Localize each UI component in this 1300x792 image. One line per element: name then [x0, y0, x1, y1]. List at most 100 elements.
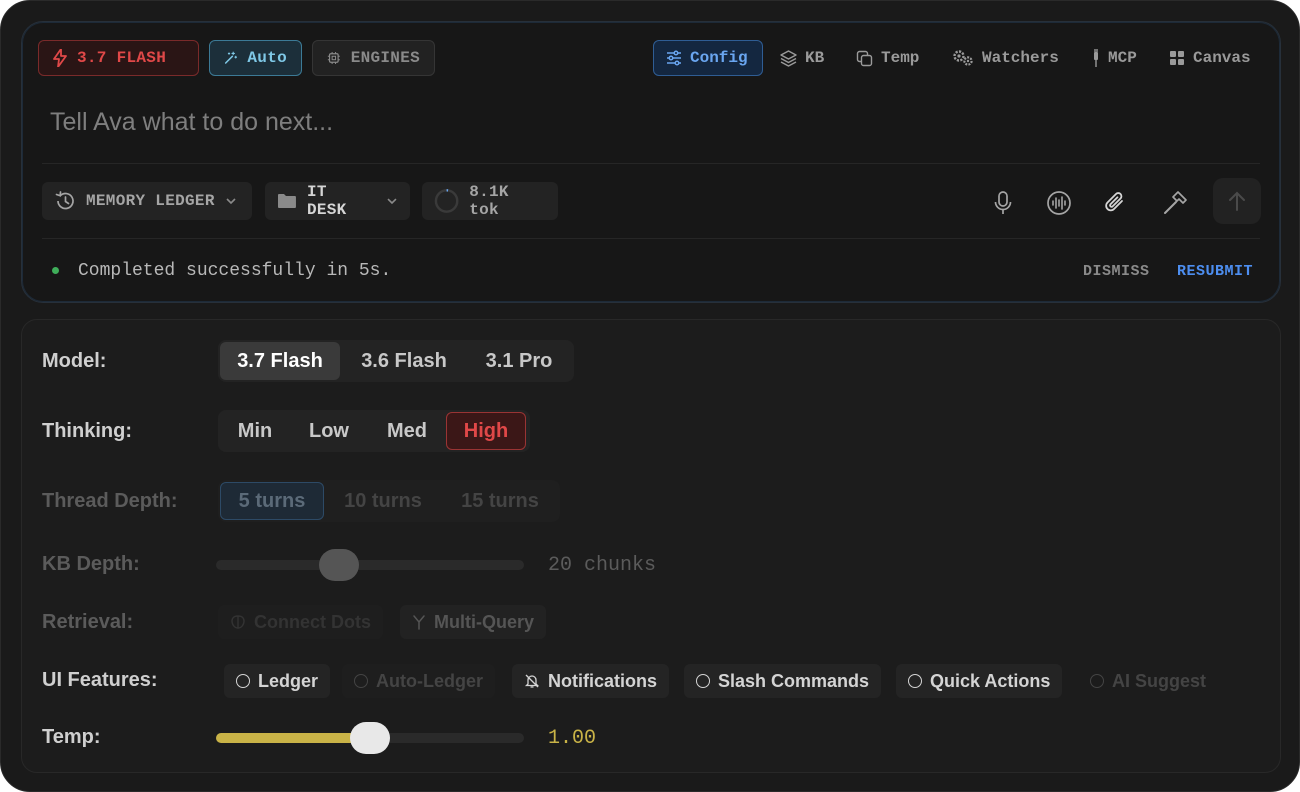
- tab-watchers-label: Watchers: [982, 49, 1059, 67]
- tab-canvas[interactable]: Canvas: [1169, 40, 1251, 76]
- auto-pill-label: Auto: [247, 49, 287, 67]
- tab-config[interactable]: Config: [653, 40, 763, 76]
- cpu-icon: [327, 52, 340, 64]
- thread-depth-option[interactable]: 15 turns: [442, 482, 558, 520]
- feature-label: Slash Commands: [718, 670, 870, 691]
- folder-icon: [277, 194, 296, 208]
- status-indicator: [52, 267, 59, 274]
- brain-icon: [231, 615, 245, 629]
- history-icon: [55, 191, 74, 210]
- resubmit-button[interactable]: RESUBMIT: [1177, 263, 1253, 280]
- feature-label: AI Suggest: [1112, 670, 1207, 691]
- model-option[interactable]: 3.7 Flash: [220, 342, 340, 380]
- toggle-circle-icon: [1090, 674, 1104, 688]
- arrow-up-icon: [1229, 191, 1245, 211]
- ui-features-label: UI Features:: [42, 669, 158, 691]
- temp-label: Temp:: [42, 726, 101, 748]
- divider: [42, 238, 1260, 239]
- chevron-down-icon: [387, 198, 397, 205]
- auto-pill[interactable]: Auto: [209, 40, 302, 76]
- token-counter[interactable]: 8.1K tok: [422, 182, 558, 220]
- model-pill[interactable]: 3.7 FLASH: [38, 40, 199, 76]
- thinking-option[interactable]: Med: [368, 412, 446, 450]
- toggle-circle-icon: [236, 674, 250, 688]
- dismiss-button[interactable]: DISMISS: [1083, 263, 1150, 280]
- feature-toggle-slash-commands[interactable]: Slash Commands: [684, 664, 882, 698]
- model-label: Model:: [42, 350, 107, 372]
- send-button[interactable]: [1213, 178, 1261, 224]
- temp-value: 1.00: [548, 727, 597, 750]
- tab-temp[interactable]: Temp: [856, 40, 919, 76]
- tab-canvas-label: Canvas: [1193, 49, 1251, 67]
- engines-pill-label: ENGINES: [350, 49, 420, 67]
- grid-icon: [1170, 51, 1184, 65]
- gears-icon: [953, 50, 973, 66]
- model-pill-label: 3.7 FLASH: [77, 49, 167, 67]
- hammer-icon[interactable]: [1162, 190, 1188, 216]
- slider-handle[interactable]: [350, 722, 390, 754]
- kb-depth-value: 20 chunks: [548, 554, 657, 577]
- tab-mcp[interactable]: MCP: [1092, 40, 1137, 76]
- feature-toggle-quick-actions[interactable]: Quick Actions: [896, 664, 1063, 698]
- plug-icon: [1094, 49, 1098, 67]
- memory-ledger-dropdown[interactable]: MEMORY LEDGER: [42, 182, 252, 220]
- kb-depth-label: KB Depth:: [42, 553, 140, 575]
- thread-depth-option[interactable]: 10 turns: [324, 482, 442, 520]
- paperclip-icon[interactable]: [1102, 190, 1128, 216]
- bell-off-icon: [524, 674, 540, 688]
- thread-depth-label: Thread Depth:: [42, 490, 178, 512]
- retrieval-label: Retrieval:: [42, 611, 134, 633]
- feature-label: Notifications: [548, 670, 658, 691]
- engines-pill[interactable]: ENGINES: [312, 40, 435, 76]
- thread-depth-option[interactable]: 5 turns: [220, 482, 324, 520]
- token-count: 8.1K tok: [469, 183, 509, 219]
- retrieval-option-label: Connect Dots: [254, 611, 371, 632]
- layers-icon: [780, 49, 797, 67]
- toggle-circle-icon: [354, 674, 368, 688]
- feature-toggle-auto-ledger[interactable]: Auto-Ledger: [342, 664, 495, 698]
- feature-label: Ledger: [258, 670, 319, 691]
- toggle-circle-icon: [696, 674, 710, 688]
- microphone-icon[interactable]: [990, 190, 1016, 216]
- memory-ledger-label: MEMORY LEDGER: [86, 192, 215, 210]
- tab-kb[interactable]: KB: [780, 40, 824, 76]
- lightning-icon: [53, 49, 67, 67]
- split-icon: [413, 615, 425, 630]
- composer-toolbar: 3.7 FLASH Auto ENGINES Config KB Temp Wa…: [38, 40, 1264, 76]
- app-frame: 3.7 FLASH Auto ENGINES Config KB Temp Wa…: [0, 0, 1300, 792]
- thinking-selector: Min Low Med High: [218, 410, 530, 452]
- retrieval-option-connect-dots[interactable]: Connect Dots: [218, 605, 383, 639]
- retrieval-option-label: Multi-Query: [434, 611, 535, 632]
- tab-kb-label: KB: [805, 49, 825, 67]
- model-selector: 3.7 Flash 3.6 Flash 3.1 Pro: [218, 340, 574, 382]
- model-option[interactable]: 3.1 Pro: [468, 342, 570, 380]
- thinking-option[interactable]: Min: [220, 412, 290, 450]
- toggle-circle-icon: [908, 674, 922, 688]
- feature-toggle-ledger[interactable]: Ledger: [224, 664, 331, 698]
- magic-wand-icon: [224, 51, 238, 64]
- slider-handle[interactable]: [319, 549, 360, 581]
- kb-depth-slider[interactable]: [216, 549, 524, 581]
- model-option[interactable]: 3.6 Flash: [340, 342, 468, 380]
- sliders-icon: [667, 50, 681, 66]
- thinking-option[interactable]: High: [446, 412, 526, 450]
- voice-waveform-icon[interactable]: [1046, 190, 1072, 216]
- feature-label: Auto-Ledger: [376, 670, 483, 691]
- composer-panel: 3.7 FLASH Auto ENGINES Config KB Temp Wa…: [21, 21, 1281, 303]
- thinking-label: Thinking:: [42, 420, 132, 442]
- feature-label: Quick Actions: [930, 670, 1051, 691]
- feature-toggle-notifications[interactable]: Notifications: [512, 664, 670, 698]
- temp-slider[interactable]: [216, 722, 524, 754]
- workspace-dropdown[interactable]: IT DESK: [265, 182, 410, 220]
- feature-toggle-ai-suggest[interactable]: AI Suggest: [1078, 664, 1218, 698]
- token-usage-ring-icon: [434, 189, 459, 213]
- thread-depth-selector: 5 turns 10 turns 15 turns: [218, 480, 560, 522]
- retrieval-option-multi-query[interactable]: Multi-Query: [400, 605, 547, 639]
- tab-watchers[interactable]: Watchers: [952, 40, 1059, 76]
- status-message: Completed successfully in 5s.: [78, 261, 392, 281]
- tab-config-label: Config: [690, 49, 748, 67]
- slider-fill: [216, 733, 370, 743]
- copy-icon: [856, 50, 873, 66]
- prompt-input[interactable]: Tell Ava what to do next...: [50, 108, 333, 137]
- thinking-option[interactable]: Low: [290, 412, 368, 450]
